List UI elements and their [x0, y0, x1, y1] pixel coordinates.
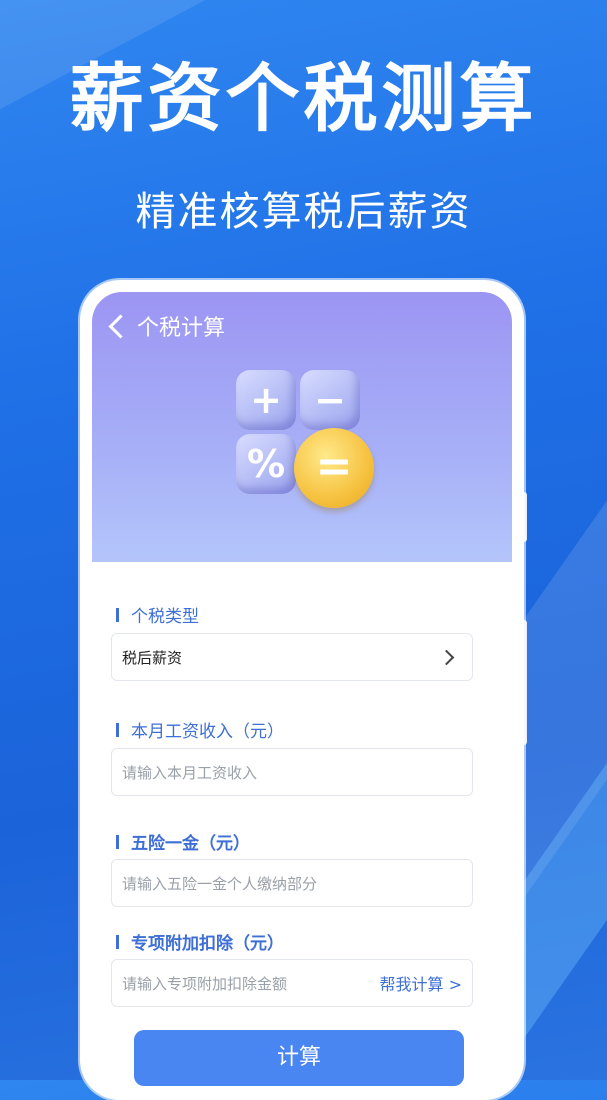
section-marker: [116, 722, 119, 737]
app-header: 个税计算 + − % =: [92, 292, 512, 562]
calculator-illustration: + − % =: [232, 370, 374, 510]
section-label-tax-type: 个税类型: [116, 602, 199, 627]
section-label-salary: 本月工资收入（元）: [116, 717, 284, 742]
help-calculate-link[interactable]: 帮我计算 >: [380, 971, 463, 995]
percent-key-icon: %: [236, 434, 296, 494]
nav-bar: 个税计算: [106, 310, 225, 342]
back-arrow-icon[interactable]: [108, 313, 133, 339]
chevron-right-icon: [438, 649, 455, 665]
promo-subtitle: 精准核算税后薪资: [135, 189, 472, 235]
minus-key-icon: −: [300, 370, 360, 430]
page-title: 个税计算: [137, 316, 226, 341]
salary-input[interactable]: 请输入本月工资收入: [111, 748, 473, 796]
section-marker: [116, 834, 119, 849]
special-deduction-input[interactable]: 请输入专项附加扣除金额 帮我计算 >: [111, 959, 473, 1007]
section-marker: [116, 607, 119, 622]
section-label-insurance: 五险一金（元）: [116, 829, 250, 854]
insurance-input[interactable]: 请输入五险一金个人缴纳部分: [111, 859, 473, 907]
section-marker: [116, 934, 119, 949]
tax-type-select[interactable]: 税后薪资: [111, 633, 473, 681]
insurance-placeholder: 请输入五险一金个人缴纳部分: [122, 874, 318, 893]
phone-mockup: 个税计算 + − % = 个税类型 税后薪资 本月工资收入（元） 请输入本月工资…: [80, 280, 524, 1100]
special-deduction-placeholder: 请输入专项附加扣除金额: [122, 974, 288, 993]
calculate-button[interactable]: 计算: [134, 1030, 464, 1086]
salary-placeholder: 请输入本月工资收入: [122, 763, 258, 782]
promo-title: 薪资个税测算: [69, 56, 538, 142]
equals-coin-icon: =: [294, 428, 374, 508]
section-label-special-deduction: 专项附加扣除（元）: [116, 929, 284, 954]
tax-type-value: 税后薪资: [122, 648, 183, 667]
plus-key-icon: +: [236, 370, 296, 430]
